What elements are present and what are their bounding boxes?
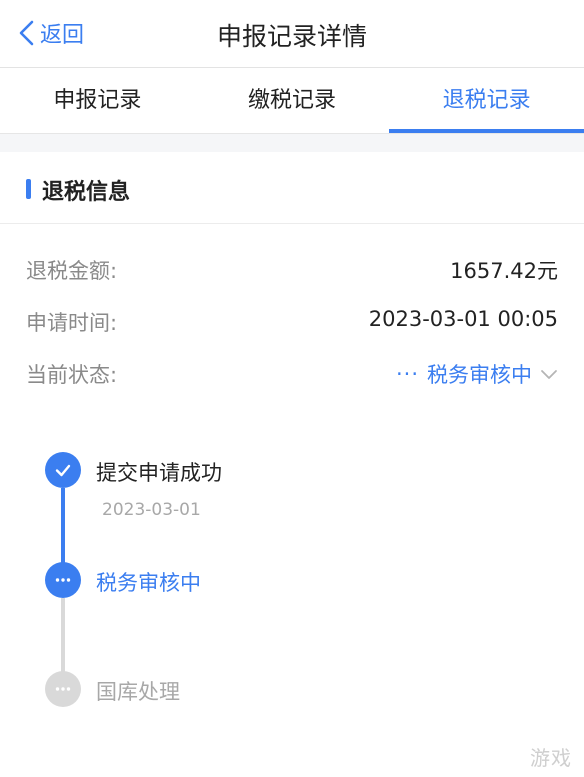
status-dropdown[interactable]: ··· 税务审核中 bbox=[396, 359, 558, 389]
check-icon bbox=[55, 464, 71, 477]
refund-amount-row: 退税金额: 1657.42元 bbox=[26, 255, 558, 289]
more-dots-icon bbox=[55, 687, 71, 691]
section-accent-bar bbox=[26, 179, 31, 199]
status-value: 税务审核中 bbox=[427, 363, 532, 387]
section-header: 退税信息 bbox=[0, 152, 584, 224]
apply-time-row: 申请时间: 2023-03-01 00:05 bbox=[26, 307, 558, 341]
page-title: 申报记录详情 bbox=[216, 22, 367, 51]
tab-payment-records[interactable]: 缴税记录 bbox=[195, 68, 390, 133]
more-dots-icon bbox=[55, 578, 71, 582]
step-1-date: 2023-03-01 bbox=[102, 500, 201, 520]
step-1-label: 提交申请成功 bbox=[96, 461, 222, 485]
status-dots: ··· bbox=[395, 362, 419, 386]
step-pending-node bbox=[45, 671, 81, 707]
watermark-logo: 游戏 bbox=[530, 746, 572, 770]
refund-amount-value: 1657.42元 bbox=[450, 259, 558, 283]
refund-amount-label: 退税金额: bbox=[26, 259, 118, 283]
tab-bar: 申报记录 缴税记录 退税记录 bbox=[0, 68, 584, 134]
apply-time-value: 2023-03-01 00:05 bbox=[368, 307, 558, 331]
step-current-node bbox=[45, 562, 81, 598]
refund-info-card: 退税信息 退税金额: 1657.42元 申请时间: 2023-03-01 00:… bbox=[0, 152, 584, 777]
tab-refund-records[interactable]: 退税记录 bbox=[389, 68, 584, 133]
status-label: 当前状态: bbox=[26, 363, 118, 387]
tab-declaration-records[interactable]: 申报记录 bbox=[0, 68, 195, 133]
chevron-down-icon bbox=[541, 370, 557, 379]
apply-time-label: 申请时间: bbox=[26, 311, 118, 335]
section-title: 退税信息 bbox=[42, 180, 131, 205]
step-done-node bbox=[45, 452, 81, 488]
step-3-label: 国库处理 bbox=[96, 680, 180, 704]
nav-header: 返回 申报记录详情 bbox=[0, 0, 584, 68]
status-row: 当前状态: ··· 税务审核中 bbox=[26, 359, 558, 393]
step-2-label: 税务审核中 bbox=[96, 571, 201, 595]
